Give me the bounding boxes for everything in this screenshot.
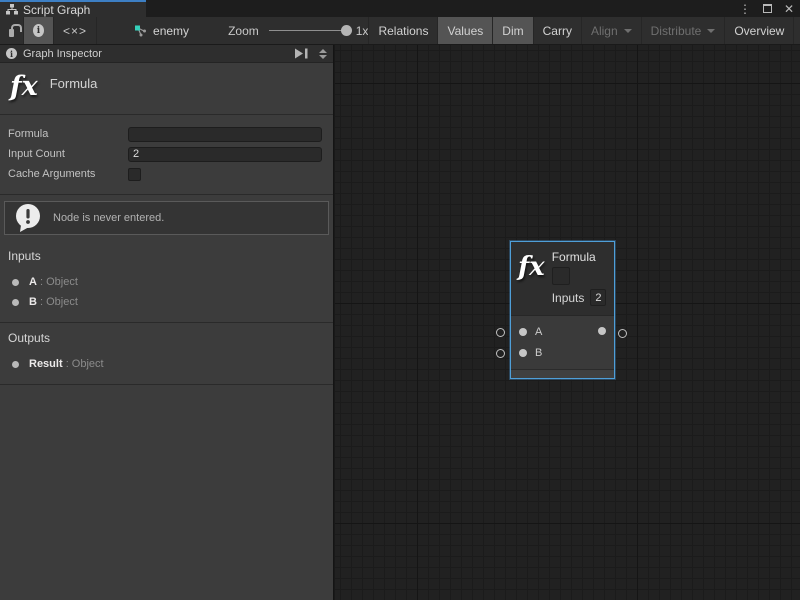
formula-node-formula-input[interactable] — [552, 267, 570, 285]
inspector-toggle-button[interactable]: i — [24, 17, 54, 44]
tab-script-graph[interactable]: Script Graph — [0, 0, 146, 17]
breadcrumb[interactable]: enemy — [125, 17, 198, 44]
dim-button[interactable]: Dim — [492, 17, 532, 44]
warning-icon — [13, 203, 43, 233]
info-icon: i — [33, 24, 44, 37]
dock-panel-icon[interactable] — [294, 48, 309, 59]
input-count-label: Input Count — [8, 148, 128, 160]
warning-box: Node is never entered. — [4, 201, 329, 235]
close-icon[interactable]: ✕ — [784, 2, 794, 16]
input-count-input[interactable] — [128, 147, 322, 162]
node-inputs-count-input[interactable]: 2 — [590, 289, 606, 306]
inputs-section: Inputs A : Object B : Object — [0, 241, 333, 323]
port-dot-icon — [12, 279, 19, 286]
formula-fx-icon: fx — [518, 254, 545, 307]
input-port-b: B : Object — [8, 292, 325, 312]
code-icon: <×> — [63, 24, 87, 38]
output-port-result-icon[interactable] — [598, 327, 606, 335]
lock-button[interactable] — [0, 17, 24, 44]
outputs-section-title: Outputs — [8, 331, 325, 345]
formula-node-header[interactable]: fx Formula Inputs 2 — [511, 242, 614, 316]
warning-text: Node is never entered. — [53, 212, 164, 224]
overview-button[interactable]: Overview — [724, 17, 793, 44]
scroll-spinners — [319, 49, 327, 59]
zoom-slider[interactable] — [269, 30, 347, 31]
unit-fields: Formula Input Count Cache Arguments — [0, 115, 333, 195]
cache-arguments-checkbox[interactable] — [128, 168, 141, 181]
scroll-down-icon[interactable] — [319, 55, 327, 59]
hierarchy-icon — [6, 4, 18, 15]
input-port-a: A : Object — [8, 272, 325, 292]
cache-arguments-row: Cache Arguments — [8, 164, 323, 184]
graph-inspector-panel: i Graph Inspector fx Formula Formula Inp… — [0, 45, 334, 600]
input-port-a-icon[interactable] — [519, 328, 527, 336]
unconnected-output-icon[interactable] — [618, 329, 627, 338]
maximize-icon[interactable] — [763, 4, 772, 13]
script-graph-window: Script Graph ⋮ ✕ i <×> enemy Z — [0, 0, 800, 600]
formula-node-ports: A B — [511, 316, 614, 369]
relations-button[interactable]: Relations — [368, 17, 437, 44]
input-count-field-row: Input Count — [8, 144, 323, 164]
unit-title-block: fx Formula — [0, 63, 333, 115]
scroll-up-icon[interactable] — [319, 49, 327, 53]
input-port-b-icon[interactable] — [519, 349, 527, 357]
formula-fx-icon: fx — [10, 73, 38, 100]
formula-field-label: Formula — [8, 128, 128, 140]
port-dot-icon — [12, 299, 19, 306]
align-button: Align — [581, 17, 641, 44]
window-menu-icon[interactable]: ⋮ — [739, 2, 751, 16]
tab-label: Script Graph — [23, 3, 90, 17]
info-icon: i — [6, 48, 17, 59]
formula-node[interactable]: fx Formula Inputs 2 A B — [510, 241, 615, 379]
graph-icon — [134, 25, 147, 37]
inspector-title: Graph Inspector — [23, 48, 288, 60]
node-inputs-label: Inputs — [552, 291, 585, 305]
zoom-control: Zoom 1x — [228, 17, 368, 44]
code-view-button[interactable]: <×> — [54, 17, 97, 44]
inspector-header: i Graph Inspector — [0, 45, 333, 63]
zoom-slider-handle[interactable] — [341, 25, 352, 36]
unconnected-input-b-icon[interactable] — [496, 349, 505, 358]
fullscreen-button[interactable]: Full Screen — [793, 17, 800, 44]
window-controls: ⋮ ✕ — [739, 0, 794, 17]
cache-arguments-label: Cache Arguments — [8, 168, 128, 180]
zoom-value: 1x — [356, 24, 369, 38]
formula-node-title: Formula — [552, 250, 607, 264]
carry-button[interactable]: Carry — [533, 17, 581, 44]
unconnected-input-a-icon[interactable] — [496, 328, 505, 337]
graph-toolbar: i <×> enemy Zoom 1x Relations Values Dim — [0, 17, 800, 45]
port-dot-icon — [12, 361, 19, 368]
node-port-b[interactable]: B — [511, 342, 614, 363]
breadcrumb-label: enemy — [153, 24, 189, 38]
lock-icon — [9, 29, 14, 37]
graph-canvas[interactable]: fx Formula Inputs 2 A B — [335, 45, 800, 600]
output-port-result: Result : Object — [8, 354, 325, 374]
chevron-down-icon — [624, 29, 632, 33]
formula-node-footer — [511, 369, 614, 378]
distribute-button: Distribute — [641, 17, 725, 44]
unit-title: Formula — [50, 76, 98, 91]
chevron-down-icon — [707, 29, 715, 33]
inputs-section-title: Inputs — [8, 249, 325, 263]
values-button[interactable]: Values — [437, 17, 492, 44]
toolbar-toggle-group: Relations Values Dim Carry Align Distrib… — [368, 17, 800, 44]
formula-input[interactable] — [128, 127, 322, 142]
zoom-label: Zoom — [228, 24, 259, 38]
tab-strip: Script Graph ⋮ ✕ — [0, 0, 800, 17]
formula-field-row: Formula — [8, 124, 323, 144]
outputs-section: Outputs Result : Object — [0, 323, 333, 385]
